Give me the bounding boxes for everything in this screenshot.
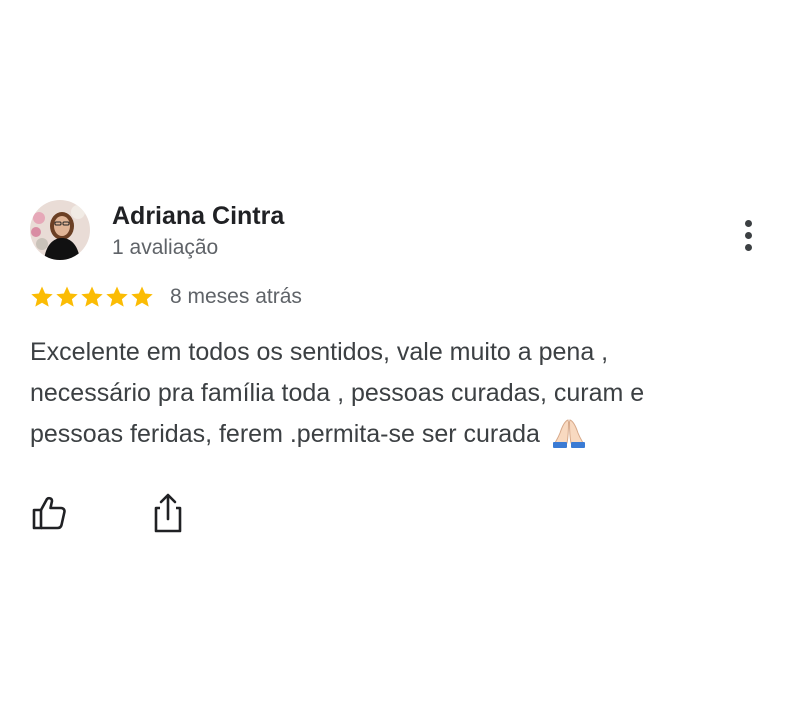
folded-hands-emoji-icon bbox=[549, 418, 589, 461]
review-card: Adriana Cintra 1 avaliação 8 meses atrás bbox=[0, 0, 800, 711]
share-button[interactable] bbox=[150, 492, 186, 534]
review-text-last-line: pessoas feridas, ferem .permita-se ser c… bbox=[30, 414, 770, 461]
review-text: Excelente em todos os sentidos, vale mui… bbox=[30, 332, 770, 461]
reviewer-review-count: 1 avaliação bbox=[112, 236, 219, 259]
more-options-button[interactable] bbox=[732, 214, 764, 256]
review-text-line: necessário pra família toda , pessoas cu… bbox=[30, 379, 645, 407]
share-icon bbox=[154, 493, 182, 533]
review-text-line: Excelente em todos os sentidos, vale mui… bbox=[30, 338, 609, 366]
star-rating bbox=[30, 285, 154, 309]
star-icon bbox=[30, 285, 54, 309]
star-icon bbox=[55, 285, 79, 309]
rating-row: 8 meses atrás bbox=[30, 282, 302, 312]
reviewer-name[interactable]: Adriana Cintra bbox=[112, 200, 284, 232]
star-icon bbox=[105, 285, 129, 309]
like-button[interactable] bbox=[30, 494, 68, 532]
review-date: 8 meses atrás bbox=[170, 285, 302, 308]
thumbs-up-icon bbox=[32, 496, 66, 530]
avatar[interactable] bbox=[30, 200, 90, 260]
review-text-line: pessoas feridas, ferem .permita-se ser c… bbox=[30, 420, 540, 448]
more-vert-icon bbox=[744, 219, 752, 227]
star-icon bbox=[80, 285, 104, 309]
star-icon bbox=[130, 285, 154, 309]
